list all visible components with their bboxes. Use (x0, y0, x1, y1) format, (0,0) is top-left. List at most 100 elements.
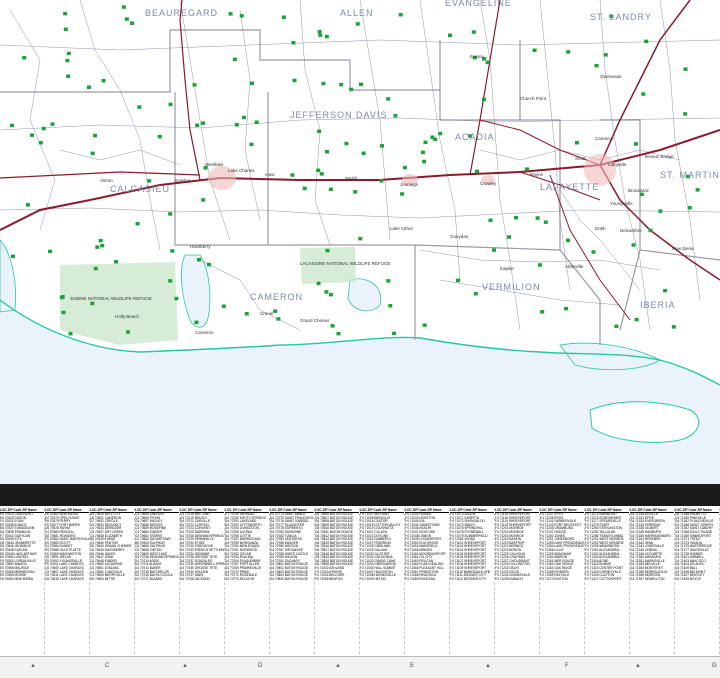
index-row: F6 70560 NEW IBERIA (0, 576, 34, 581)
city-delcambre: Delcambre (620, 228, 642, 233)
index-column: LOC ZIP Code ZIP Name E5 70520 CARENCRO E6… (0, 508, 45, 654)
parish-label-evangeline: EVANGELINE (445, 0, 512, 8)
parish-label-lafayette: LAFAYETTE (540, 182, 599, 192)
zip-marker-icon (241, 115, 246, 120)
zip-marker-icon (537, 263, 542, 267)
zip-marker-icon (234, 123, 239, 127)
index-row: F4 71039 HEFLIN (360, 576, 386, 581)
city-vinton: Vinton (100, 178, 113, 183)
zip-marker-icon (328, 187, 333, 192)
zip-marker-icon (379, 179, 384, 183)
city-hackberry: Hackberry (190, 244, 211, 249)
triangle-marker-icon: ▲ (182, 663, 188, 669)
grid-reference-row: ▲ C ▲ D ▲ E ▲ F ▲ G (0, 656, 720, 678)
zip-marker-icon (168, 102, 173, 107)
zip-marker-icon (292, 78, 297, 83)
zip-marker-icon (157, 134, 162, 139)
zip-marker-icon (135, 222, 140, 226)
refuge-label-lacassine: LACASSINE NATIONAL WILDLIFE REFUGE (300, 261, 391, 266)
zip-marker-icon (63, 11, 68, 16)
zip-marker-icon (63, 27, 68, 32)
index-column: LOC ZIP Code ZIP Name F4 71115 SHREVEPORT… (495, 508, 540, 654)
map-svg: BEAUREGARD ALLEN EVANGELINE ST. LANDRY J… (0, 0, 720, 484)
zip-marker-icon (330, 324, 335, 328)
zip-marker-icon (87, 85, 91, 89)
zip-marker-icon (95, 245, 100, 249)
zip-marker-icon (353, 190, 358, 194)
zip-marker-icon (291, 41, 296, 45)
zip-marker-icon (448, 33, 452, 37)
zip-marker-icon (456, 278, 460, 283)
zip-marker-icon (93, 133, 97, 138)
zip-marker-icon (316, 168, 321, 173)
zip-marker-icon (566, 50, 571, 54)
city-lake-charles: Lake Charles (228, 168, 255, 173)
sabine-refuge (60, 262, 178, 345)
zip-marker-icon (525, 167, 529, 171)
index-row: F4 71235 DUBACH (495, 576, 523, 581)
index-column: LOC ZIP Code ZIP Name F4 71007 BETHANY F4 … (360, 508, 405, 654)
triangle-marker-icon: ▲ (485, 663, 491, 669)
zip-marker-icon (488, 218, 493, 222)
zip-marker-icon (321, 81, 326, 86)
city-kaplan: Kaplan (500, 266, 515, 271)
grid-letter: F (565, 663, 569, 669)
index-columns: LOC ZIP Code ZIP Name E5 70520 CARENCRO E6… (0, 506, 720, 656)
zip-marker-icon (221, 304, 226, 308)
index-column: LOC ZIP Code ZIP Name F6 70562 NEW IBERIA… (45, 508, 90, 654)
zip-marker-icon (658, 209, 663, 213)
index-column: LOC ZIP Code ZIP Name C7 70749 JARREAU D4 … (225, 508, 270, 654)
index-row: F4 71112 BOSSIER CITY (450, 576, 487, 581)
index-column: LOC ZIP Code ZIP Name F4 71040 HOMER F4 71… (405, 508, 450, 654)
zip-marker-icon (250, 81, 254, 85)
zip-marker-icon (66, 74, 71, 78)
zip-marker-icon (244, 312, 249, 316)
parish-label-acadia: ACADIA (455, 132, 495, 142)
zip-marker-icon (634, 317, 639, 322)
zip-marker-icon (641, 92, 646, 96)
zip-marker-icon (687, 206, 692, 210)
zip-marker-icon (400, 192, 405, 196)
zip-marker-icon (61, 310, 66, 315)
zip-marker-icon (543, 220, 548, 224)
index-column: LOC ZIP Code ZIP Name G4 71358 PALMETTO G4… (675, 508, 720, 654)
zip-marker-icon (402, 165, 407, 170)
zip-marker-icon (430, 135, 435, 139)
index-header-bar (0, 484, 720, 506)
zip-marker-icon (324, 290, 329, 294)
city-rayne: Rayne (530, 172, 544, 177)
zip-marker-icon (50, 122, 55, 126)
index-row: D4 70717 BLANKS (135, 576, 163, 581)
zip-marker-icon (328, 292, 333, 297)
zip-marker-icon (25, 203, 30, 207)
zip-marker-icon (644, 39, 649, 44)
zip-marker-icon (121, 5, 126, 9)
city-church-point: Church Point (520, 96, 547, 101)
zip-marker-icon (422, 323, 427, 327)
zip-marker-icon (90, 151, 95, 156)
zip-marker-icon (170, 249, 175, 253)
zip-marker-icon (473, 292, 478, 296)
zip-marker-icon (239, 14, 244, 18)
index-column: LOC ZIP Code ZIP Name G4 71328 DEVILLE G4 … (630, 508, 675, 654)
city-carencro: Carencro (595, 136, 614, 141)
city-abbeville: Abbeville (565, 264, 584, 269)
zip-marker-icon (423, 140, 428, 145)
zip-marker-icon (290, 173, 295, 177)
zip-marker-icon (38, 141, 43, 145)
zip-marker-icon (344, 141, 349, 146)
index-row: D4 70773 ROUGON (225, 576, 255, 581)
city-lake-arthur: Lake Arthur (390, 226, 414, 231)
parish-label-cameron: CAMERON (250, 292, 303, 302)
map-canvas[interactable]: BEAUREGARD ALLEN EVANGELINE ST. LANDRY J… (0, 0, 720, 484)
zip-marker-icon (195, 123, 200, 128)
zip-marker-icon (201, 121, 205, 125)
zip-marker-icon (392, 331, 396, 336)
city-breaux-bridge: Breaux Bridge (645, 154, 674, 159)
grid-letter: C (105, 663, 110, 669)
zip-index-panel: LOC ZIP Code ZIP Name E5 70520 CARENCRO E6… (0, 484, 720, 678)
index-column: LOC ZIP Code ZIP Name C4 70718 BRITTANY D4… (180, 508, 225, 654)
index-row: F4 71069 RODESSA (405, 576, 435, 581)
zip-marker-icon (93, 266, 98, 271)
zip-marker-icon (663, 288, 668, 293)
